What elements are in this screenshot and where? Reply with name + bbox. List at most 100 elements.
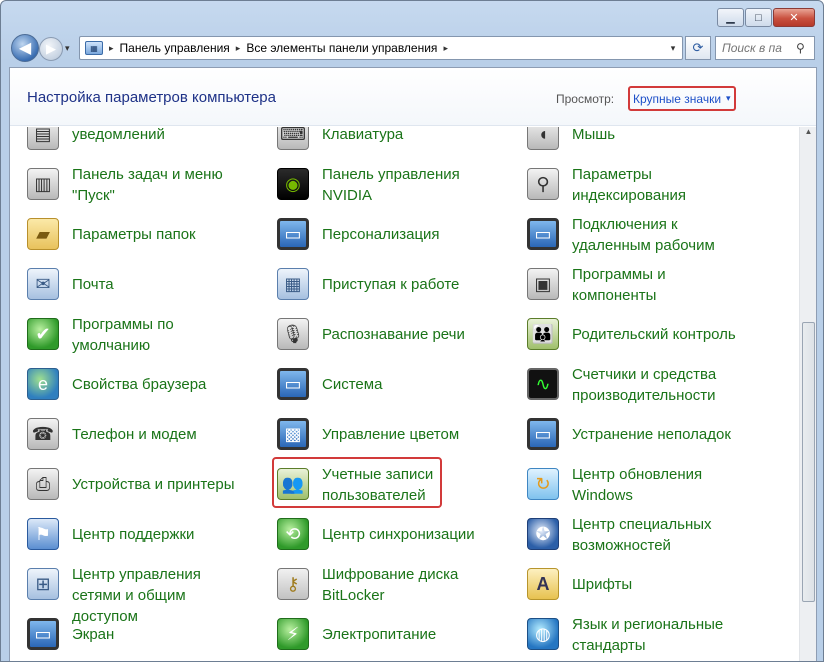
control-panel-item[interactable]: ⊞ Центр управления сетями и общим доступо… bbox=[10, 560, 250, 625]
control-panel-item[interactable]: ◉ Панель управления NVIDIA bbox=[260, 160, 500, 208]
control-panel-item[interactable]: 👥 Учетные записи пользователей bbox=[260, 460, 500, 508]
control-panel-item-label[interactable]: Почта bbox=[72, 274, 247, 295]
vertical-scrollbar[interactable]: ▲ bbox=[799, 127, 816, 661]
control-panel-item-label[interactable]: Шрифты bbox=[572, 574, 747, 595]
control-panel-item[interactable]: e Свойства браузера bbox=[10, 360, 250, 408]
control-panel-item[interactable]: 🎙 Распознавание речи bbox=[260, 310, 500, 358]
control-panel-item[interactable]: ▰ Параметры папок bbox=[10, 210, 250, 258]
control-panel-item[interactable]: A Шрифты bbox=[510, 560, 750, 608]
control-panel-item[interactable]: ☎ Телефон и модем bbox=[10, 410, 250, 458]
search-input[interactable] bbox=[722, 41, 794, 55]
action-center-flag-icon: ⚑ bbox=[27, 518, 59, 550]
control-panel-item-label[interactable]: Родительский контроль bbox=[572, 324, 747, 345]
control-panel-item-label[interactable]: Панель управления NVIDIA bbox=[322, 164, 497, 206]
maximize-button[interactable]: □ bbox=[745, 8, 772, 27]
breadcrumb-separator-icon[interactable]: ▸ bbox=[109, 43, 114, 54]
control-panel-item-label[interactable]: Центр специальных возможностей bbox=[572, 514, 747, 556]
control-panel-item[interactable]: ▭ Устранение неполадок bbox=[510, 410, 750, 458]
control-panel-item-label[interactable]: Учетные записи пользователей bbox=[322, 464, 497, 506]
control-panel-item[interactable]: ⚡ Электропитание bbox=[260, 610, 500, 658]
control-panel-item[interactable]: ⟲ Центр синхронизации bbox=[260, 510, 500, 558]
breadcrumb-all-items[interactable]: Все элементы панели управления bbox=[246, 41, 437, 55]
address-bar[interactable]: ▦ ▸ Панель управления ▸ Все элементы пан… bbox=[79, 36, 683, 60]
scroll-up-icon[interactable]: ▲ bbox=[802, 127, 815, 142]
control-panel-item[interactable]: ⚑ Центр поддержки bbox=[10, 510, 250, 558]
parental-controls-icon: 👪 bbox=[527, 318, 559, 350]
control-panel-item-label[interactable]: Свойства браузера bbox=[72, 374, 247, 395]
refresh-button[interactable]: ⟳ bbox=[685, 36, 711, 60]
control-panel-item[interactable]: ⚲ Параметры индексирования bbox=[510, 160, 750, 208]
control-panel-item[interactable]: ▣ Программы и компоненты bbox=[510, 260, 750, 308]
back-button[interactable]: ◀ bbox=[11, 34, 39, 62]
control-panel-item[interactable]: ▩ Управление цветом bbox=[260, 410, 500, 458]
control-panel-item-label[interactable]: Счетчики и средства производительности bbox=[572, 364, 747, 406]
programs-features-icon: ▣ bbox=[527, 268, 559, 300]
control-panel-item[interactable]: ↻ Центр обновления Windows bbox=[510, 460, 750, 508]
control-panel-item[interactable]: ▥ Панель задач и меню "Пуск" bbox=[10, 160, 250, 208]
view-mode-value: Крупные значки bbox=[633, 91, 722, 106]
internet-options-icon: e bbox=[27, 368, 59, 400]
control-panel-item-label[interactable]: Приступая к работе bbox=[322, 274, 497, 295]
control-panel-item-label[interactable]: Клавиатура bbox=[322, 127, 497, 145]
windows-update-icon: ↻ bbox=[527, 468, 559, 500]
control-panel-item-label[interactable]: Центр обновления Windows bbox=[572, 464, 747, 506]
control-panel-item-label[interactable]: Программы по умолчанию bbox=[72, 314, 247, 356]
control-panel-item-label[interactable]: Управление цветом bbox=[322, 424, 497, 445]
breadcrumb-separator-icon[interactable]: ▸ bbox=[236, 43, 241, 54]
close-button[interactable]: ✕ bbox=[773, 8, 815, 27]
control-panel-item-label[interactable]: Язык и региональные стандарты bbox=[572, 614, 747, 656]
view-mode-dropdown[interactable]: Крупные значки ▾ bbox=[628, 86, 736, 111]
control-panel-item-label[interactable]: Мышь bbox=[572, 127, 747, 145]
control-panel-item-label[interactable]: Устранение неполадок bbox=[572, 424, 747, 445]
control-panel-item[interactable]: ▭ Персонализация bbox=[260, 210, 500, 258]
control-panel-item-label[interactable]: Параметры папок bbox=[72, 224, 247, 245]
control-panel-item-label[interactable]: Подключения к удаленным рабочим bbox=[572, 214, 747, 256]
control-panel-item-label[interactable]: Экран bbox=[72, 624, 247, 645]
control-panel-item-label[interactable]: Распознавание речи bbox=[322, 324, 497, 345]
control-panel-item-label[interactable]: Центр поддержки bbox=[72, 524, 247, 545]
control-panel-item-label[interactable]: уведомлений bbox=[72, 127, 247, 145]
control-panel-item[interactable]: ⚷ Шифрование диска BitLocker bbox=[260, 560, 500, 608]
breadcrumb-control-panel[interactable]: Панель управления bbox=[120, 41, 230, 55]
search-icon[interactable]: ⚲ bbox=[796, 41, 805, 55]
control-panel-item[interactable]: ▭ Подключения к удаленным рабочим bbox=[510, 210, 750, 258]
indexing-icon: ⚲ bbox=[527, 168, 559, 200]
control-panel-item-label[interactable]: Система bbox=[322, 374, 497, 395]
control-panel-item-label[interactable]: Устройства и принтеры bbox=[72, 474, 247, 495]
control-panel-item[interactable]: ◍ Язык и региональные стандарты bbox=[510, 610, 750, 658]
control-panel-icon: ▦ bbox=[85, 41, 103, 55]
control-panel-item-label[interactable]: Персонализация bbox=[322, 224, 497, 245]
forward-button[interactable]: ▶ bbox=[39, 37, 63, 61]
notification-icon: ▤ bbox=[27, 127, 59, 150]
breadcrumb-separator-icon[interactable]: ▸ bbox=[443, 43, 448, 54]
control-panel-item-label[interactable]: Параметры индексирования bbox=[572, 164, 747, 206]
recent-pages-dropdown[interactable]: ▾ bbox=[65, 43, 70, 54]
view-label: Просмотр: bbox=[556, 92, 615, 106]
control-panel-item[interactable]: ⎙ Устройства и принтеры bbox=[10, 460, 250, 508]
control-panel-item[interactable]: ✪ Центр специальных возможностей bbox=[510, 510, 750, 558]
control-panel-item-label[interactable]: Шифрование диска BitLocker bbox=[322, 564, 497, 606]
system-icon: ▭ bbox=[277, 368, 309, 400]
control-panel-item[interactable]: ▦ Приступая к работе bbox=[260, 260, 500, 308]
address-dropdown-icon[interactable]: ▾ bbox=[664, 43, 682, 54]
search-box[interactable]: ⚲ bbox=[715, 36, 815, 60]
control-panel-item-label[interactable]: Телефон и модем bbox=[72, 424, 247, 445]
control-panel-item[interactable]: ✉ Почта bbox=[10, 260, 250, 308]
control-panel-item[interactable]: ▭ Система bbox=[260, 360, 500, 408]
content-area: Настройка параметров компьютера Просмотр… bbox=[9, 67, 817, 661]
control-panel-item[interactable]: ⌨ Клавиатура bbox=[260, 127, 500, 158]
control-panel-item-label[interactable]: Программы и компоненты bbox=[572, 264, 747, 306]
control-panel-item[interactable]: ▤ уведомлений bbox=[10, 127, 250, 158]
control-panel-item[interactable]: 👪 Родительский контроль bbox=[510, 310, 750, 358]
control-panel-item[interactable]: ✔ Программы по умолчанию bbox=[10, 310, 250, 358]
sync-center-icon: ⟲ bbox=[277, 518, 309, 550]
caption-buttons: ▁ □ ✕ bbox=[717, 8, 815, 27]
control-panel-item[interactable]: ◖ Мышь bbox=[510, 127, 750, 158]
control-panel-item[interactable]: ▭ Экран bbox=[10, 610, 250, 658]
control-panel-item[interactable]: ∿ Счетчики и средства производительности bbox=[510, 360, 750, 408]
scroll-thumb[interactable] bbox=[802, 322, 815, 602]
control-panel-item-label[interactable]: Панель задач и меню "Пуск" bbox=[72, 164, 247, 206]
control-panel-item-label[interactable]: Центр синхронизации bbox=[322, 524, 497, 545]
control-panel-item-label[interactable]: Электропитание bbox=[322, 624, 497, 645]
minimize-button[interactable]: ▁ bbox=[717, 8, 744, 27]
